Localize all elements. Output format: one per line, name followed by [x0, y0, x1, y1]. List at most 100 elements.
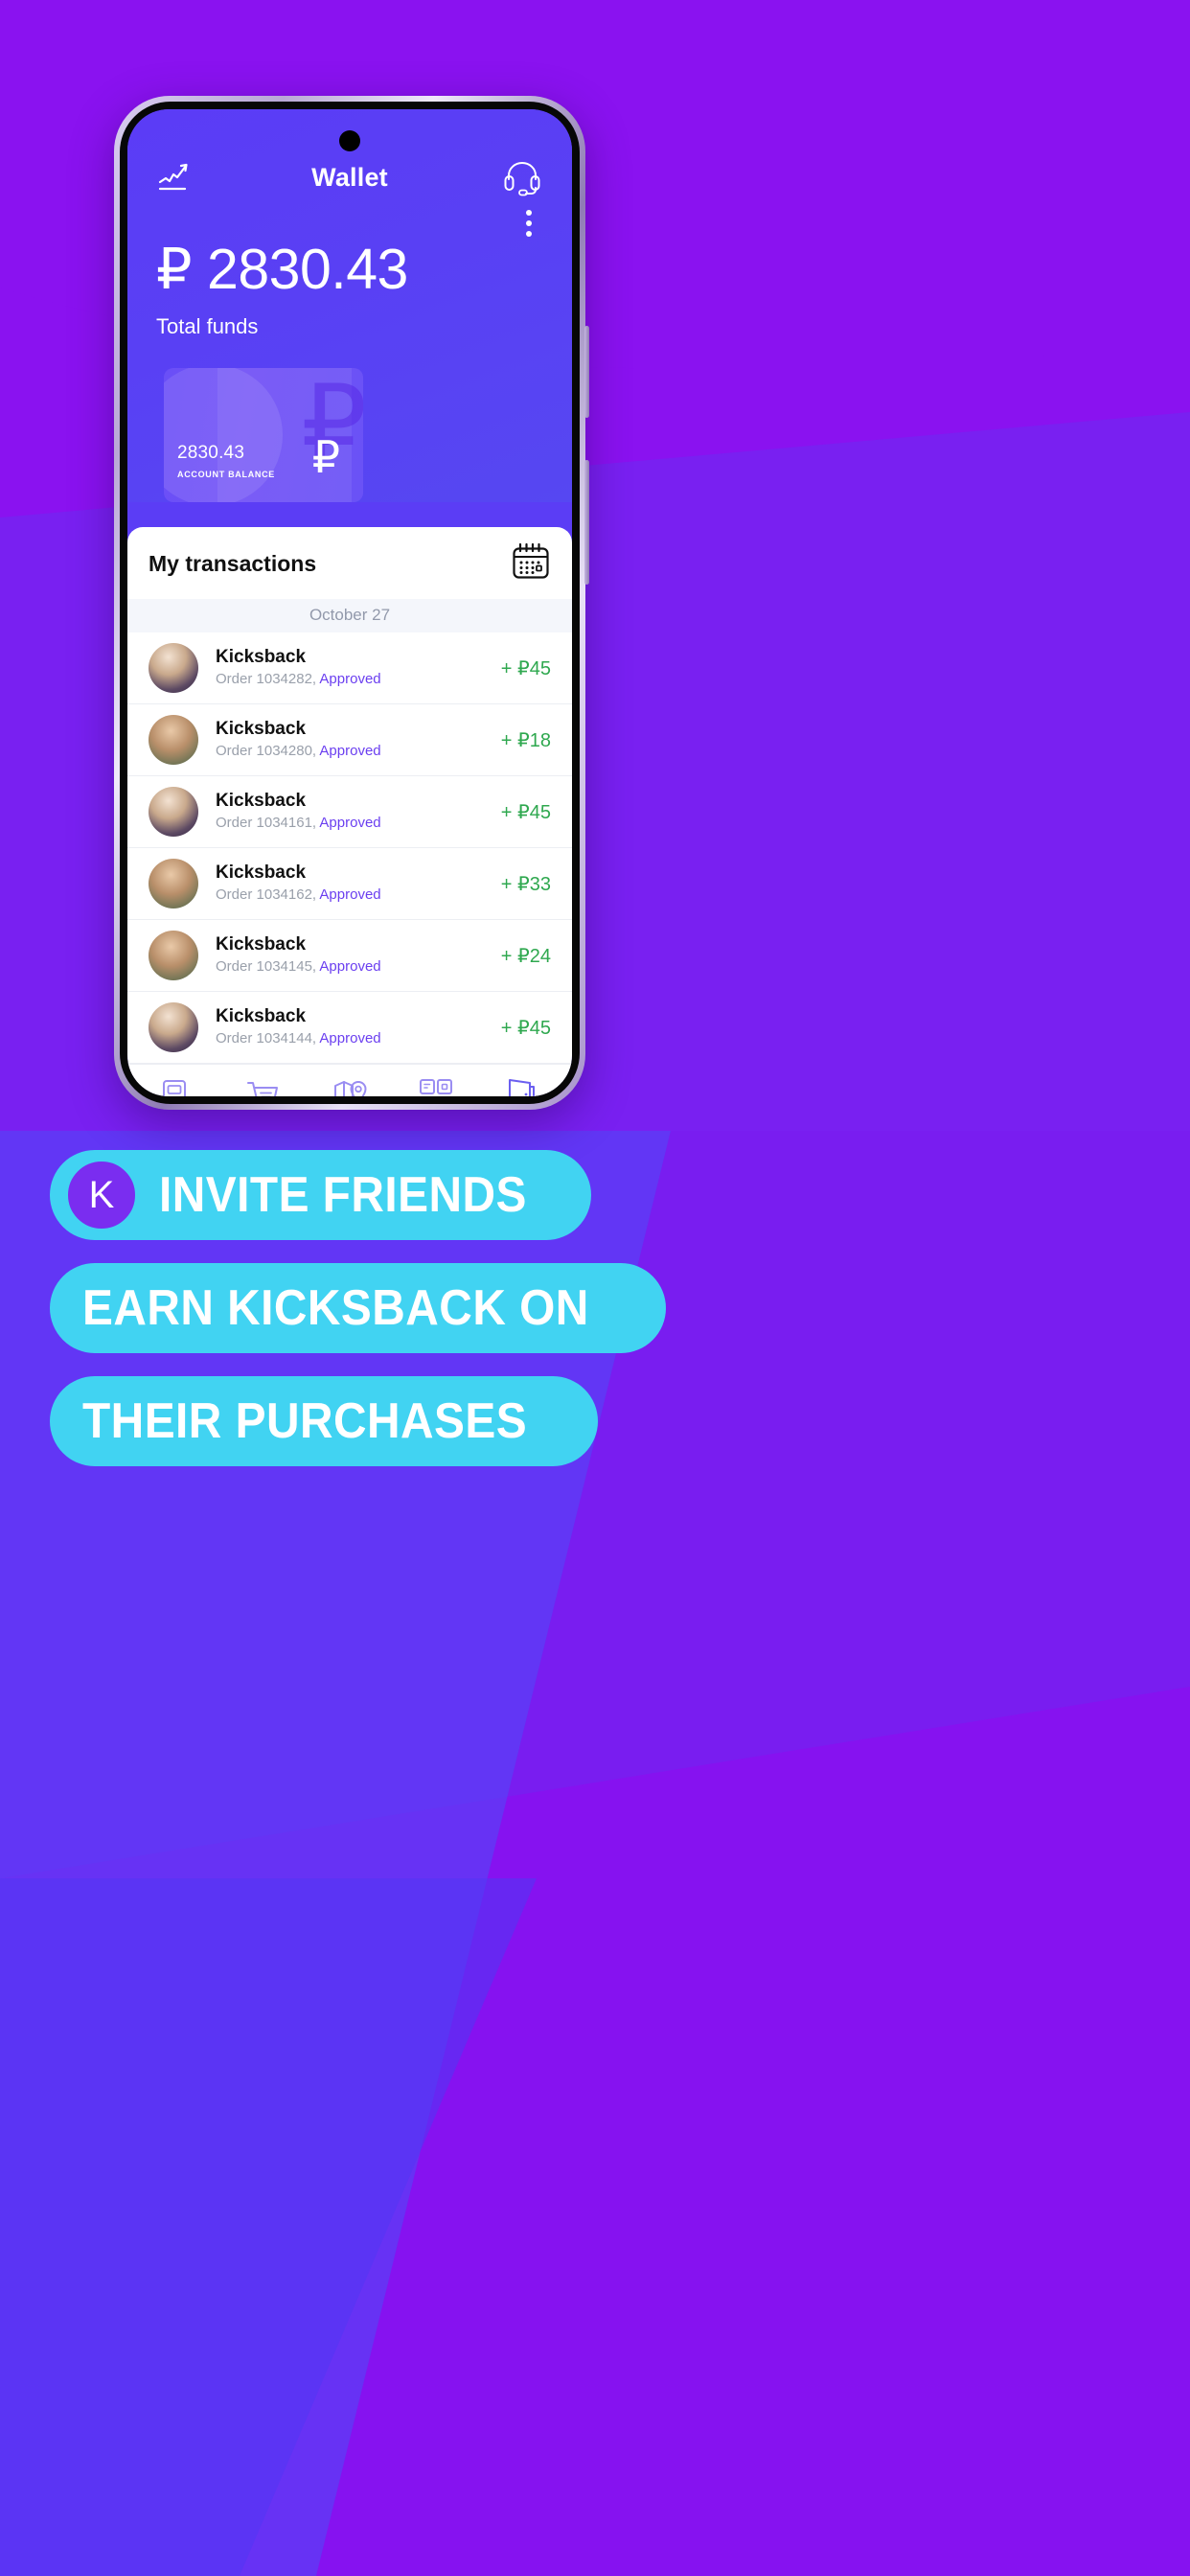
card-caption: ACCOUNT BALANCE: [177, 470, 275, 479]
nav-item-map[interactable]: [315, 1076, 384, 1096]
phone-mockup: Wallet ₽2830.43 Total funds ₽ ₽ 2830.43 …: [114, 96, 589, 1110]
promo-line-3-text: THEIR PURCHASES: [82, 1393, 528, 1449]
transaction-row[interactable]: Kicksback Order 1034161, Approved + ₽45: [127, 776, 572, 848]
headset-support-icon[interactable]: [499, 154, 545, 200]
map-location-icon: [333, 1081, 367, 1096]
transaction-status: Approved: [319, 742, 381, 759]
brand-logo-badge: K: [65, 1159, 138, 1231]
transaction-amount: + ₽24: [500, 945, 551, 967]
transaction-name: Kicksback: [216, 862, 307, 883]
balance-amount-value: 2830.43: [207, 238, 408, 301]
shopping-cart-icon: [247, 1082, 279, 1096]
promo-line-2[interactable]: EARN KICKSBACK ON: [50, 1263, 666, 1353]
total-balance-block: ₽2830.43 Total funds ₽ ₽ 2830.43 ACCOUNT…: [127, 213, 572, 502]
transaction-status: Approved: [319, 1029, 381, 1046]
phone-screen: Wallet ₽2830.43 Total funds ₽ ₽ 2830.43 …: [127, 109, 572, 1096]
transaction-info: Kicksback Order 1034161, Approved: [216, 790, 501, 834]
nav-item-wallet[interactable]: Wallet: [487, 1076, 556, 1096]
page-title: Wallet: [311, 162, 388, 192]
avatar: [149, 787, 198, 837]
transaction-row[interactable]: Kicksback Order 1034144, Approved + ₽45: [127, 992, 572, 1064]
transaction-name: Kicksback: [216, 933, 307, 954]
headset-support-icon-glyph: [504, 161, 540, 196]
analytics-chart-icon[interactable]: [154, 154, 200, 200]
brand-logo-letter: K: [88, 1174, 115, 1216]
transaction-subtitle: Order 1034282, Approved: [216, 669, 501, 691]
transaction-info: Kicksback Order 1034282, Approved: [216, 646, 501, 690]
card-amount: 2830.43: [177, 443, 245, 463]
transaction-order: Order 1034162,: [216, 886, 317, 903]
promo-line-2-text: EARN KICKSBACK ON: [82, 1280, 589, 1336]
kebab-dot: [526, 220, 532, 226]
calendar-icon-glyph: [513, 542, 549, 579]
transaction-order: Order 1034161,: [216, 814, 317, 831]
transaction-amount: + ₽45: [500, 657, 551, 679]
transaction-name: Kicksback: [216, 1005, 307, 1026]
promo-line-1[interactable]: K INVITE FRIENDS: [50, 1150, 592, 1240]
transaction-row[interactable]: Kicksback Order 1034162, Approved + ₽33: [127, 848, 572, 920]
transaction-info: Kicksback Order 1034144, Approved: [216, 1005, 501, 1049]
phone-side-button-power[interactable]: [584, 460, 589, 585]
transaction-status: Approved: [319, 814, 381, 831]
balance-label: Total funds: [156, 314, 259, 338]
nav-item-qr[interactable]: [401, 1076, 470, 1096]
transaction-info: Kicksback Order 1034280, Approved: [216, 718, 501, 762]
kebab-menu-icon[interactable]: [526, 210, 532, 237]
transaction-amount: + ₽33: [500, 873, 551, 895]
transaction-row[interactable]: Kicksback Order 1034145, Approved + ₽24: [127, 920, 572, 992]
transaction-info: Kicksback Order 1034145, Approved: [216, 933, 501, 978]
transaction-row[interactable]: Kicksback Order 1034282, Approved + ₽45: [127, 632, 572, 704]
kebab-dot: [526, 231, 532, 237]
wallet-icon: [509, 1079, 536, 1096]
transaction-amount: + ₽45: [500, 801, 551, 823]
avatar: [149, 643, 198, 693]
avatar: [149, 859, 198, 908]
app-top-bar: Wallet: [127, 109, 572, 213]
nav-item-cart[interactable]: [229, 1076, 298, 1096]
transaction-subtitle: Order 1034145, Approved: [216, 956, 501, 978]
transaction-name: Kicksback: [216, 790, 307, 811]
phone-side-button-volume[interactable]: [584, 326, 589, 418]
transaction-subtitle: Order 1034161, Approved: [216, 813, 501, 835]
transaction-row[interactable]: Kicksback Order 1034280, Approved + ₽18: [127, 704, 572, 776]
nav-item-news[interactable]: [144, 1076, 213, 1096]
avatar: [149, 715, 198, 765]
promo-banner: K INVITE FRIENDS EARN KICKSBACK ON THEIR…: [0, 1150, 1190, 1466]
transactions-list: Kicksback Order 1034282, Approved + ₽45 Kic…: [127, 632, 572, 1064]
transaction-info: Kicksback Order 1034162, Approved: [216, 862, 501, 906]
news-feed-icon: [162, 1080, 186, 1096]
transaction-order: Order 1034145,: [216, 957, 317, 975]
transaction-amount: + ₽18: [500, 729, 551, 751]
transaction-order: Order 1034280,: [216, 742, 317, 759]
promo-line-3[interactable]: THEIR PURCHASES: [50, 1376, 599, 1466]
transaction-amount: + ₽45: [500, 1017, 551, 1039]
qr-code-icon: [419, 1079, 452, 1094]
transactions-title: My transactions: [149, 551, 317, 576]
balance-currency-symbol: ₽: [156, 238, 193, 301]
transaction-order: Order 1034282,: [216, 670, 317, 687]
transaction-subtitle: Order 1034280, Approved: [216, 741, 501, 763]
bottom-navigation-bar: Wallet: [127, 1064, 572, 1096]
wallet-header-section: Wallet ₽2830.43 Total funds ₽ ₽ 2830.43 …: [127, 109, 572, 502]
transaction-name: Kicksback: [216, 718, 307, 739]
avatar: [149, 1002, 198, 1052]
transaction-name: Kicksback: [216, 646, 307, 667]
transaction-subtitle: Order 1034162, Approved: [216, 885, 501, 907]
transaction-status: Approved: [319, 670, 381, 687]
transactions-date-group: October 27: [127, 599, 572, 632]
analytics-chart-icon-glyph: [158, 163, 188, 191]
front-camera-punch-hole: [339, 130, 360, 151]
card-ruble-icon: ₽: [311, 431, 340, 483]
transaction-status: Approved: [319, 957, 381, 975]
transaction-status: Approved: [319, 886, 381, 903]
transaction-order: Order 1034144,: [216, 1029, 317, 1046]
transactions-header: My transactions: [127, 527, 572, 599]
transaction-subtitle: Order 1034144, Approved: [216, 1028, 501, 1050]
transactions-sheet: My transactions October 27 Kicksback Ord…: [127, 527, 572, 1096]
kebab-dot: [526, 210, 532, 216]
promo-line-1-text: INVITE FRIENDS: [159, 1167, 527, 1223]
avatar: [149, 931, 198, 980]
balance-amount: ₽2830.43: [156, 242, 543, 298]
calendar-icon[interactable]: [511, 542, 551, 586]
account-balance-card[interactable]: ₽ ₽ 2830.43 ACCOUNT BALANCE: [164, 368, 363, 502]
